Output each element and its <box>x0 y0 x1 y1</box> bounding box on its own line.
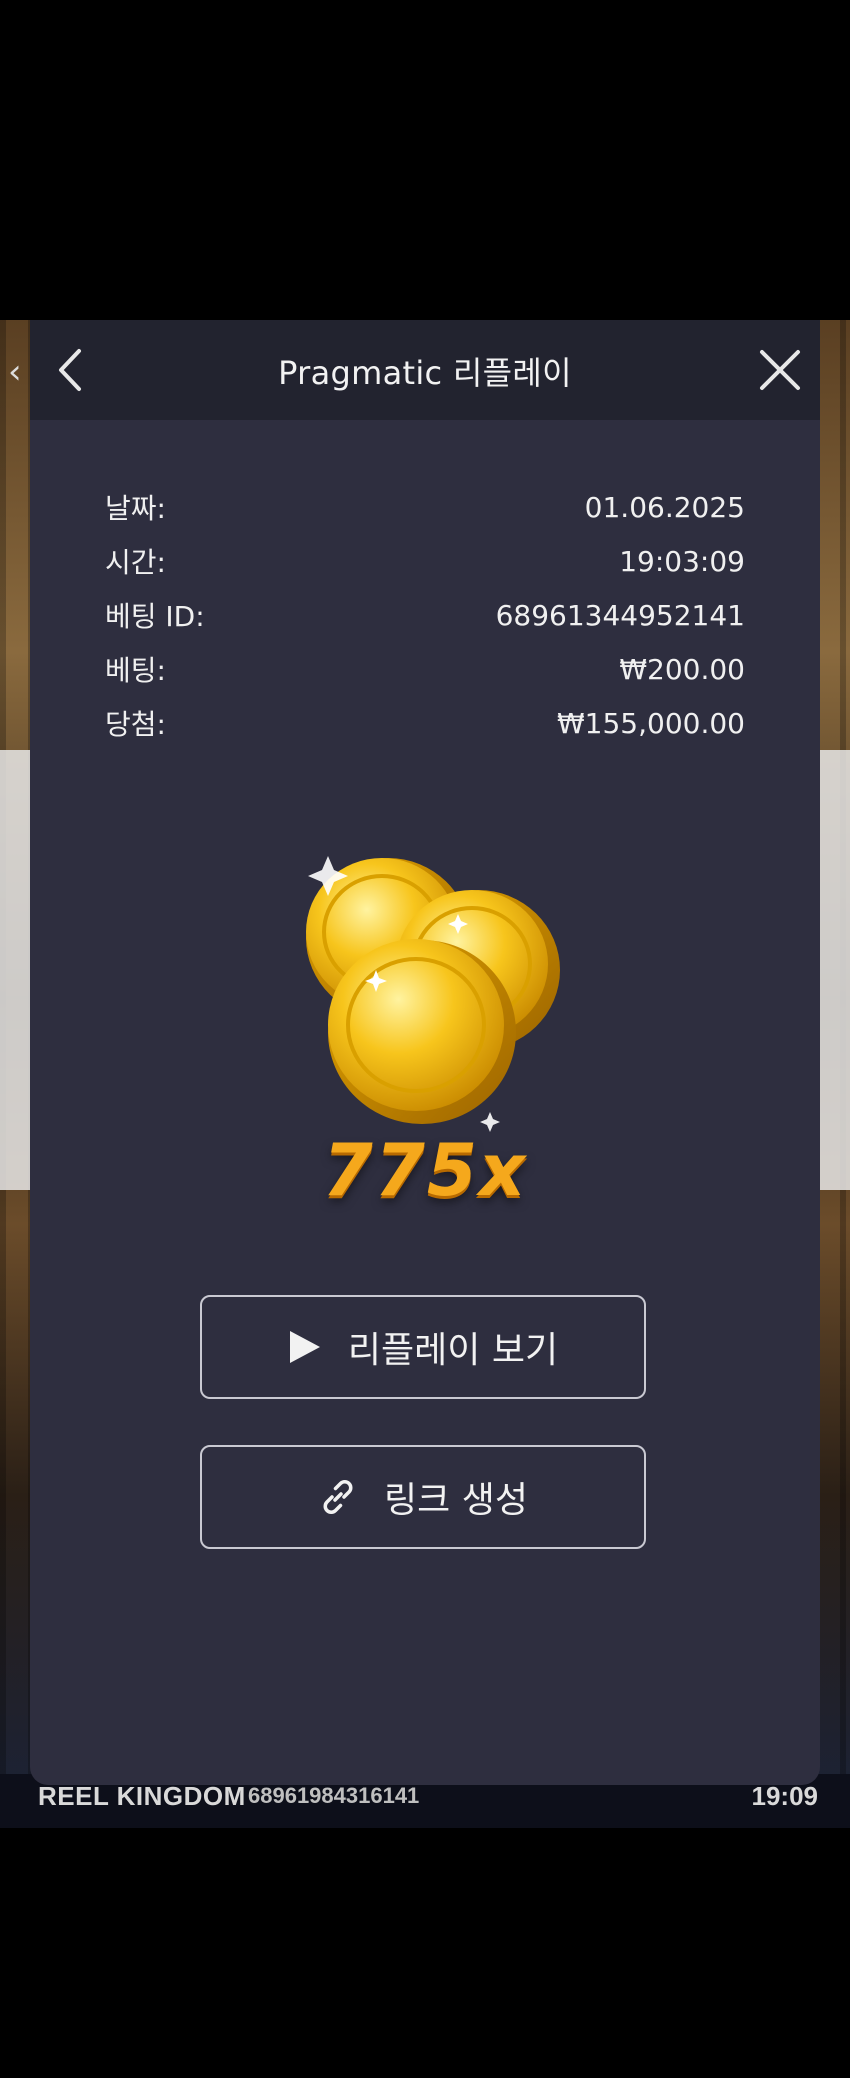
detail-label: 날짜: <box>105 492 166 525</box>
detail-row-time: 시간: 19:03:09 <box>105 534 745 588</box>
view-replay-label: 리플레이 보기 <box>347 1330 559 1371</box>
gold-coins-icon <box>306 856 560 1132</box>
detail-label: 당첨: <box>105 708 166 741</box>
detail-label: 베팅 ID: <box>105 600 205 633</box>
detail-label: 시간: <box>105 546 166 579</box>
close-button[interactable] <box>752 342 808 398</box>
game-time: 19:09 <box>751 1781 819 1811</box>
detail-value: ₩155,000.00 <box>556 706 745 740</box>
detail-value: 19:03:09 <box>619 544 745 578</box>
reel-edge-right <box>820 750 850 1190</box>
detail-row-bet-id: 베팅 ID: 68961344952141 <box>105 588 745 642</box>
detail-value: 68961344952141 <box>495 598 745 632</box>
win-multiplier: 775x <box>322 1128 528 1212</box>
game-round-id: 68961984316141 <box>248 1783 420 1808</box>
detail-row-bet: 베팅: ₩200.00 <box>105 642 745 696</box>
detail-value: ₩200.00 <box>619 652 745 686</box>
detail-row-date: 날짜: 01.06.2025 <box>105 480 745 534</box>
close-icon <box>760 350 800 390</box>
game-back-icon[interactable]: ‹ <box>8 355 22 389</box>
detail-label: 베팅: <box>105 654 166 687</box>
replay-modal: Pragmatic 리플레이 날짜: 01.06.2025 시간: 19:03:… <box>30 320 820 1785</box>
detail-row-win: 당첨: ₩155,000.00 <box>105 696 745 750</box>
game-name: REEL KINGDOM <box>38 1781 246 1811</box>
create-link-button[interactable]: 링크 생성 <box>200 1445 646 1549</box>
reel-edge-left <box>0 750 30 1190</box>
view-replay-button[interactable]: 리플레이 보기 <box>200 1295 646 1399</box>
modal-title: Pragmatic 리플레이 <box>278 354 572 392</box>
create-link-label: 링크 생성 <box>384 1480 528 1521</box>
link-icon <box>323 1480 353 1514</box>
play-icon <box>289 1331 320 1363</box>
modal-header: Pragmatic 리플레이 <box>30 320 820 420</box>
detail-value: 01.06.2025 <box>584 490 745 524</box>
bet-details: 날짜: 01.06.2025 시간: 19:03:09 베팅 ID: 68961… <box>105 480 745 750</box>
